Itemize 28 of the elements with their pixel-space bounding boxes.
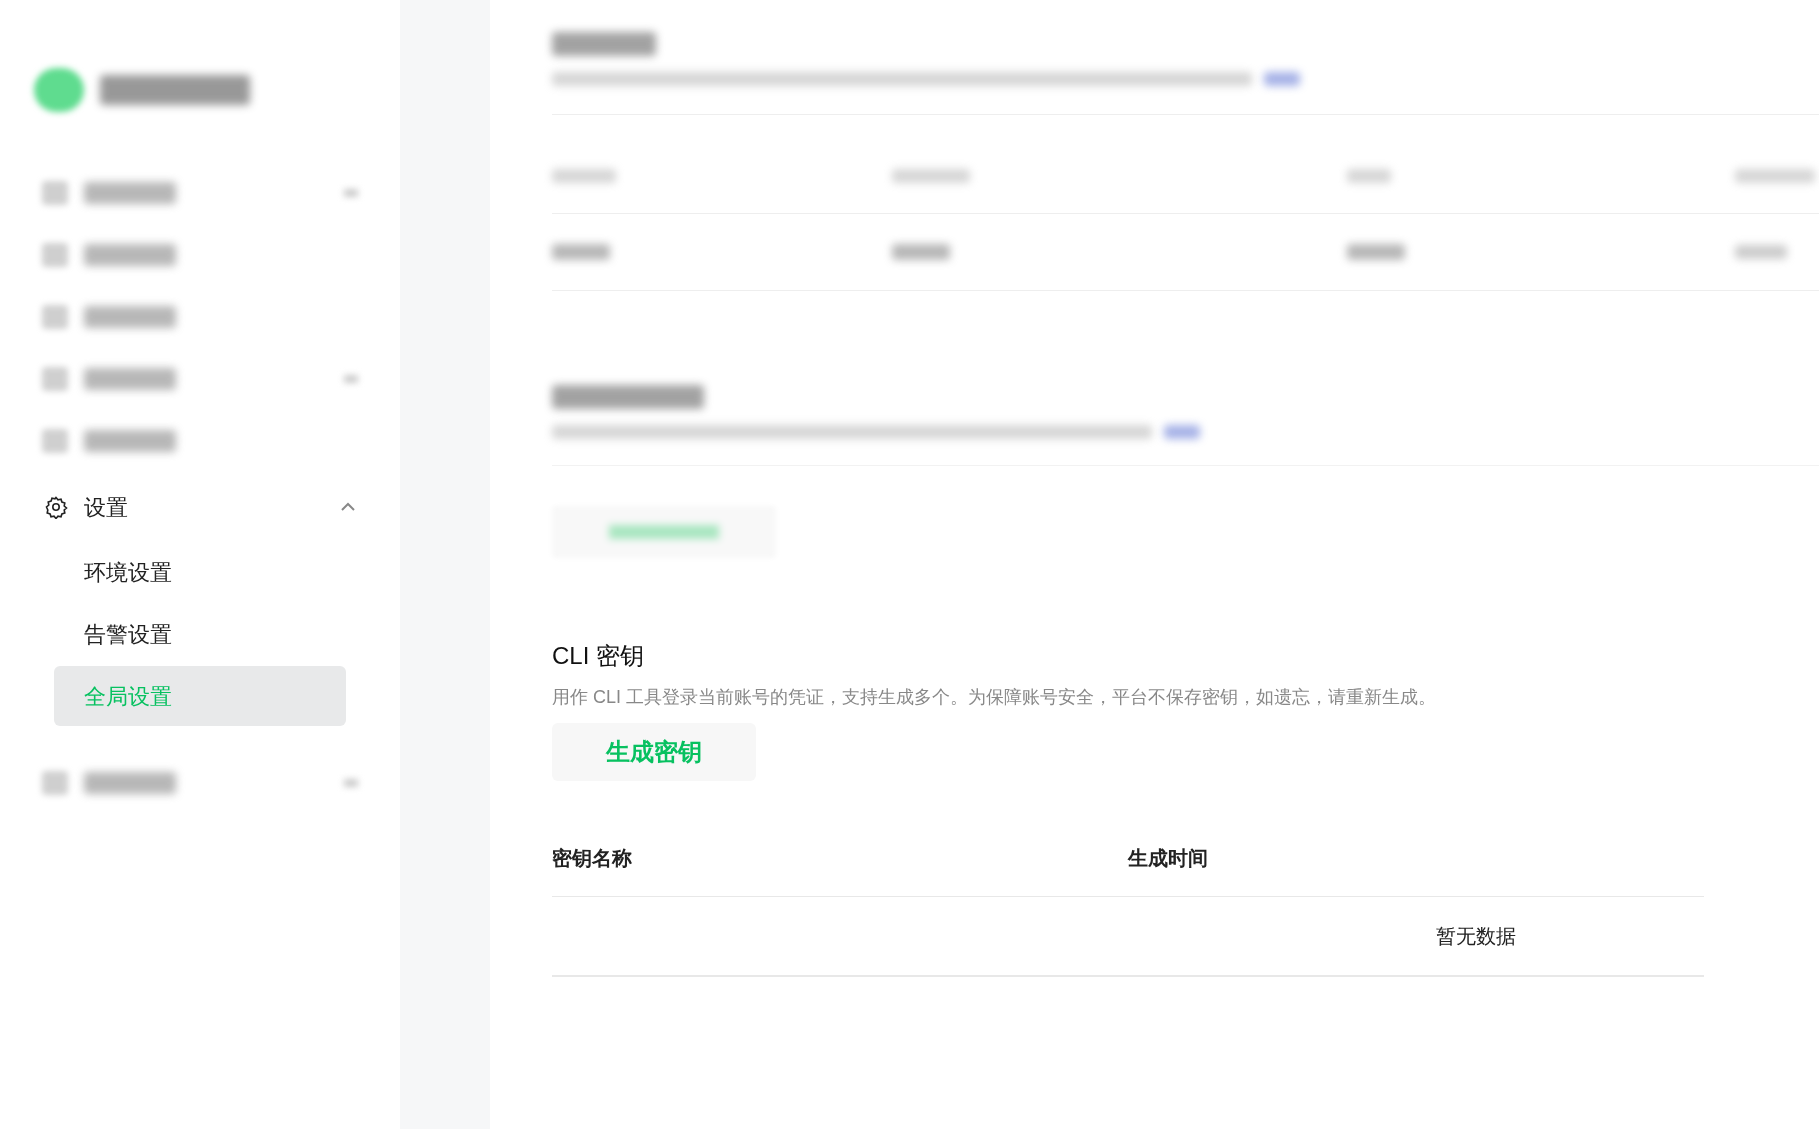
section-title: CLI 密钥 (552, 644, 645, 668)
blurred-icon (42, 305, 68, 329)
blurred-icon (42, 243, 68, 267)
blurred-icon (42, 771, 68, 795)
blurred-icon (344, 779, 358, 787)
settings-icon (44, 495, 68, 519)
sidebar-item[interactable]: 环境设置 (54, 542, 346, 602)
logo-icon (34, 68, 84, 112)
blurred-text (1347, 169, 1391, 183)
section-description: 用作 CLI 工具登录当前账号的凭证，支持生成多个。为保障账号安全，平台不保存密钥，如遗忘，请重新生成。 (552, 686, 1437, 709)
blurred-text (1264, 72, 1300, 86)
blurred-icon (344, 375, 358, 383)
blurred-icon (42, 429, 68, 453)
blurred-icon (42, 181, 68, 205)
blurred-text (892, 244, 950, 260)
blurred-text (1735, 245, 1787, 259)
empty-text: 暂无数据 (1436, 924, 1516, 949)
column-header: 密钥名称 (552, 845, 633, 871)
blurred-icon (42, 367, 68, 391)
sidebar-item[interactable]: 告警设置 (54, 604, 346, 664)
chevron-up-icon (340, 502, 356, 512)
sidebar-group[interactable]: 设置 (0, 472, 400, 542)
blurred-text (552, 244, 610, 260)
column-header: 生成时间 (1128, 845, 1209, 871)
blurred-text (1347, 244, 1405, 260)
blurred-text (1164, 425, 1200, 439)
blurred-icon (344, 189, 358, 197)
blurred-text (552, 169, 616, 183)
